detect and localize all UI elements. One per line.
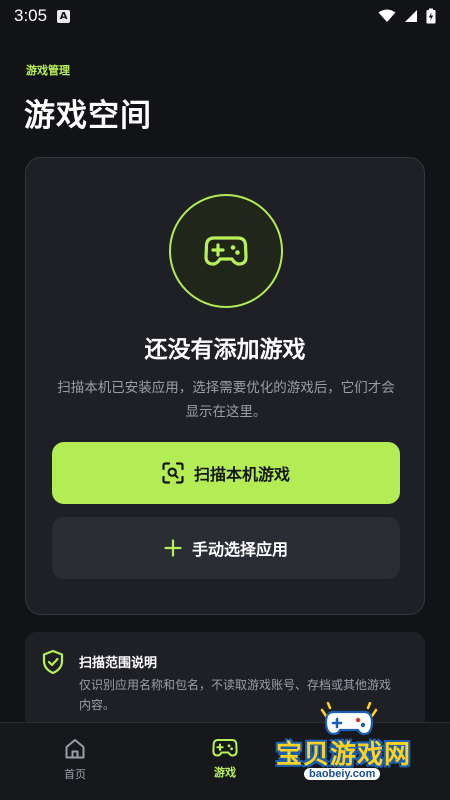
gamepad-icon: [204, 236, 248, 266]
info-card-title: 扫描范围说明: [79, 656, 158, 671]
plus-icon: [164, 539, 182, 557]
manual-select-button[interactable]: 手动选择应用: [52, 517, 400, 579]
page-title: 游戏空间: [24, 98, 152, 134]
section-label: 游戏管理: [26, 64, 70, 77]
battery-charging-icon: [426, 8, 436, 24]
empty-state-title: 还没有添加游戏: [144, 337, 306, 363]
nav-item-home[interactable]: 首页: [0, 723, 150, 800]
app-notification-icon: A: [57, 9, 71, 23]
watermark: 宝贝游戏网 baobeiy.com: [268, 700, 428, 790]
scan-games-button[interactable]: 扫描本机游戏: [52, 442, 400, 504]
manual-select-label: 手动选择应用: [191, 542, 288, 559]
status-time: 3:05: [14, 6, 48, 25]
empty-state-card: 还没有添加游戏 扫描本机已安装应用，选择需要优化的游戏后，它们才会显示在这里。 …: [25, 157, 425, 615]
scan-games-label: 扫描本机游戏: [193, 467, 290, 484]
status-bar: 3:05 A: [0, 0, 450, 32]
watermark-text: 宝贝游戏网: [276, 740, 412, 770]
wifi-icon: [378, 9, 396, 22]
home-icon: [65, 739, 85, 759]
status-icons: [378, 8, 436, 24]
empty-state-description: 扫描本机已安装应用，选择需要优化的游戏后，它们才会显示在这里。: [57, 380, 395, 420]
empty-state-icon-ring: [169, 194, 283, 308]
shield-check-icon: [42, 649, 64, 675]
nav-item-home-label: 首页: [64, 768, 86, 781]
scan-icon: [162, 462, 184, 484]
nav-item-games-label: 游戏: [214, 766, 236, 779]
cellular-signal-icon: [405, 10, 417, 22]
watermark-url: baobeiy.com: [304, 768, 381, 780]
gamepad-icon: [212, 739, 238, 757]
